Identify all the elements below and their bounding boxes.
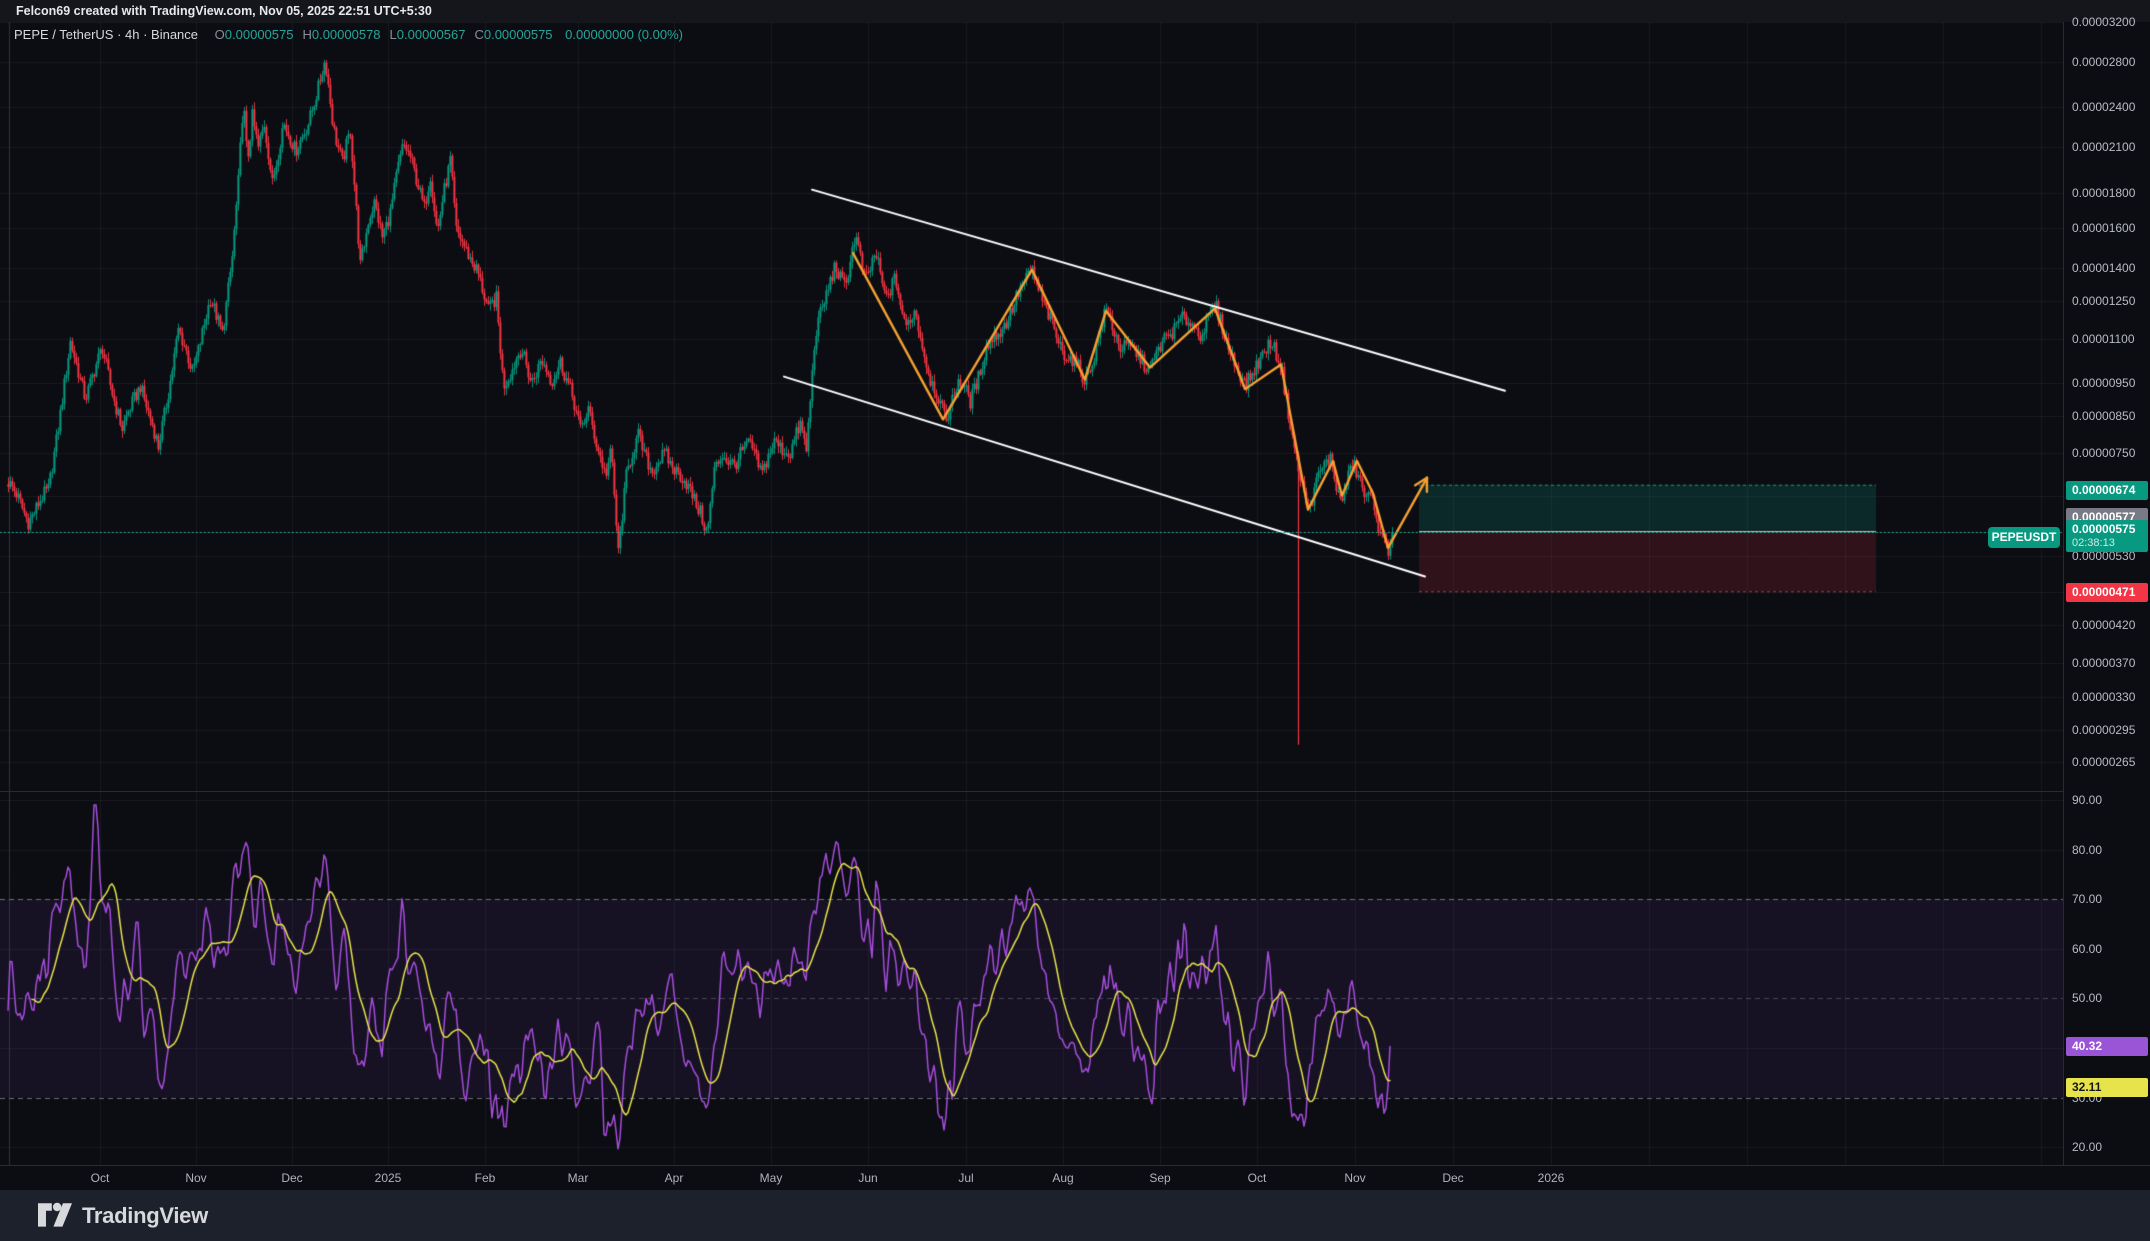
rsi-axis-label: 20.00 [2072,1140,2102,1154]
footer-bar: TradingView [0,1190,2150,1241]
ohlc-value: 0.00000575 [225,27,294,42]
tradingview-logo-icon [38,1202,72,1230]
tradingview-chart-snapshot: Felcon69 created with TradingView.com, N… [0,0,2150,1241]
time-axis-label: Aug [1052,1166,1073,1191]
price-axis-label: 0.00001250 [2072,294,2135,308]
symbol-price-label-text: PEPEUSDT [1992,530,2057,544]
price-axis-label: 0.00000330 [2072,690,2135,704]
time-axis-label: Feb [475,1166,496,1191]
pane-separator[interactable] [0,791,2150,792]
time-axis-label: 2026 [1538,1166,1565,1191]
price-axis-label: 0.00000265 [2072,755,2135,769]
target-price-badge: 0.00000674 [2066,481,2148,500]
price-axis-label: 0.00001100 [2072,332,2135,346]
price-axis-label: 0.00001800 [2072,186,2135,200]
tradingview-logo-text: TradingView [82,1203,208,1229]
price-axis-label: 0.00002800 [2072,55,2135,69]
time-axis-label: Apr [665,1166,684,1191]
symbol-header: PEPE / TetherUS · 4h · Binance O0.000005… [14,25,683,45]
time-axis-label: Jun [858,1166,877,1191]
price-axis-label: 0.00002100 [2072,140,2135,154]
price-axis-label: 0.00000295 [2072,723,2135,737]
rsi-value-badge: 40.32 [2066,1037,2148,1056]
stop-price-badge: 0.00000471 [2066,583,2148,602]
time-axis-label: Dec [281,1166,302,1191]
rsi-axis-label: 70.00 [2072,892,2102,906]
rsi-axis-label: 90.00 [2072,793,2102,807]
time-axis-label: Sep [1149,1166,1170,1191]
time-axis-label: Dec [1442,1166,1463,1191]
time-axis-label: Oct [1248,1166,1267,1191]
ohlc-label: H [302,27,311,42]
price-chart-canvas[interactable] [0,22,2063,1165]
price-axis-label: 0.00000750 [2072,446,2135,460]
time-axis-label: Jul [958,1166,973,1191]
rsi-ma-value-badge: 32.11 [2066,1078,2148,1097]
rsi-axis-label: 50.00 [2072,991,2102,1005]
time-axis[interactable]: Oct Nov Dec 2025 Feb Mar Apr May Jun Jul Aug Sep Oct… [0,1165,2150,1191]
time-axis-label: Oct [91,1166,110,1191]
chart-widget: PEPE / TetherUS · 4h · Binance O0.000005… [0,22,2150,1190]
price-axis-label: 0.00001600 [2072,221,2135,235]
price-axis-label: 0.00000850 [2072,409,2135,423]
change-value: 0.00000000 (0.00%) [565,27,683,42]
target-price-badge-text: 0.00000674 [2072,483,2135,497]
last-price-badge: 0.0000057502:38:13 [2066,520,2148,552]
rsi-axis-label: 60.00 [2072,942,2102,956]
time-axis-label: Nov [1344,1166,1365,1191]
price-axis-label: 0.00001400 [2072,261,2135,275]
price-axis-label: 0.00000950 [2072,376,2135,390]
price-axis-label: 0.00000370 [2072,656,2135,670]
ohlc-values: O0.00000575H0.00000578L0.00000567C0.0000… [206,27,553,42]
symbol-title[interactable]: PEPE / TetherUS · 4h · Binance [14,27,198,42]
ohlc-value: 0.00000567 [397,27,466,42]
attribution-bar: Felcon69 created with TradingView.com, N… [0,0,2150,22]
time-axis-label: Mar [568,1166,589,1191]
ohlc-label: L [390,27,397,42]
tradingview-logo[interactable]: TradingView [38,1202,208,1230]
time-axis-label: Nov [185,1166,206,1191]
price-axis-label: 0.00000420 [2072,618,2135,632]
symbol-price-label: PEPEUSDT [1988,527,2060,548]
price-axis-label: 0.00002400 [2072,100,2135,114]
price-axis-label: 0.00003200 [2072,15,2135,29]
rsi-axis-label: 80.00 [2072,843,2102,857]
time-axis-label: May [760,1166,783,1191]
stop-price-badge-text: 0.00000471 [2072,585,2135,599]
last-price-badge-text: 0.00000575 [2072,522,2135,536]
attribution-text: Felcon69 created with TradingView.com, N… [16,4,432,18]
ohlc-label: C [474,27,483,42]
ohlc-label: O [215,27,225,42]
ohlc-value: 0.00000578 [312,27,381,42]
price-axis[interactable]: 0.000032000.000028000.000024000.00002100… [2063,22,2150,1165]
countdown-timer: 02:38:13 [2072,537,2148,550]
time-axis-label: 2025 [375,1166,402,1191]
ohlc-value: 0.00000575 [484,27,553,42]
